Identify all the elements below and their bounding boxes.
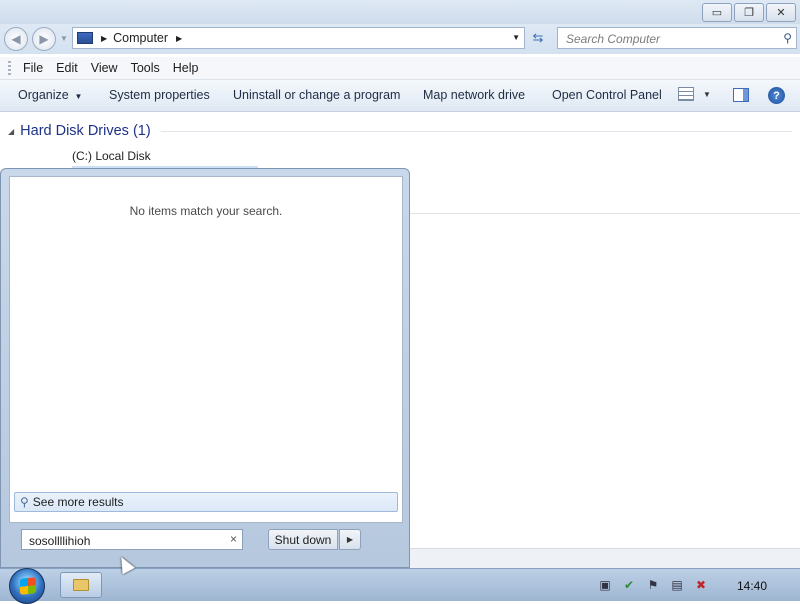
map-network-drive-button[interactable]: Map network drive bbox=[423, 88, 525, 102]
see-more-results-button[interactable]: ⚲ See more results bbox=[14, 492, 398, 512]
collapse-triangle-icon[interactable]: ◢ bbox=[8, 127, 14, 136]
group-divider bbox=[160, 130, 792, 132]
back-button[interactable]: ◀ bbox=[4, 27, 28, 51]
views-dropdown-icon[interactable]: ▼ bbox=[703, 90, 711, 99]
search-input[interactable] bbox=[564, 29, 768, 49]
folder-icon bbox=[73, 579, 89, 591]
clear-search-icon[interactable]: × bbox=[230, 532, 237, 546]
uninstall-program-button[interactable]: Uninstall or change a program bbox=[233, 88, 400, 102]
help-icon[interactable]: ? bbox=[768, 87, 785, 104]
organize-label: Organize bbox=[18, 88, 69, 102]
group-title: Hard Disk Drives (1) bbox=[20, 123, 151, 139]
chevron-down-icon: ▼ bbox=[72, 92, 83, 101]
organize-button[interactable]: Organize ▼ bbox=[18, 88, 82, 102]
group-header-hard-disk-drives[interactable]: ◢ Hard Disk Drives (1) bbox=[8, 122, 792, 140]
title-bar: ▭ ❐ ✕ bbox=[0, 0, 800, 24]
taskbar: ▣ ✔ ⚑ ▤ ✖ 14:40 bbox=[0, 568, 800, 604]
search-box[interactable]: ⚲ bbox=[557, 27, 797, 49]
chevron-right-icon: ▶ bbox=[346, 535, 354, 544]
breadcrumb-chevron-icon[interactable]: ▶ bbox=[176, 34, 182, 43]
forward-button[interactable]: ▶ bbox=[32, 27, 56, 51]
menu-tools[interactable]: Tools bbox=[125, 61, 166, 75]
see-more-results-label: See more results bbox=[32, 495, 124, 509]
details-pane bbox=[410, 548, 800, 569]
open-control-panel-button[interactable]: Open Control Panel bbox=[552, 88, 662, 102]
preview-pane-icon[interactable] bbox=[733, 88, 749, 102]
breadcrumb-computer[interactable]: Computer bbox=[113, 31, 168, 45]
menu-view[interactable]: View bbox=[85, 61, 124, 75]
forward-arrow-icon: ▶ bbox=[39, 32, 49, 46]
refresh-icon: ⇆ bbox=[532, 30, 544, 45]
menu-bar: File Edit View Tools Help bbox=[0, 57, 800, 80]
shut-down-button[interactable]: Shut down bbox=[268, 529, 338, 550]
close-button[interactable]: ✕ bbox=[766, 3, 796, 22]
minimize-button[interactable]: ▭ bbox=[702, 3, 732, 22]
address-row: ◀ ▶ ▼ ▶ Computer ▶ ▼ ⇆ ⚲ bbox=[0, 24, 800, 54]
network-icon[interactable]: ▤ bbox=[670, 578, 684, 592]
system-clock[interactable]: 14:40 bbox=[737, 579, 767, 593]
menu-file[interactable]: File bbox=[17, 61, 49, 75]
start-button[interactable] bbox=[9, 568, 45, 604]
search-results-panel: No items match your search. ⚲ See more r… bbox=[9, 176, 403, 523]
content-divider bbox=[410, 213, 800, 214]
views-icon[interactable] bbox=[678, 87, 694, 101]
taskbar-explorer-button[interactable] bbox=[60, 572, 102, 598]
breadcrumb-chevron-icon[interactable]: ▶ bbox=[101, 34, 107, 43]
restore-button[interactable]: ❐ bbox=[734, 3, 764, 22]
back-arrow-icon: ◀ bbox=[11, 32, 21, 46]
refresh-button[interactable]: ⇆ bbox=[527, 28, 549, 48]
start-search-input[interactable] bbox=[27, 531, 221, 550]
start-menu: No items match your search. ⚲ See more r… bbox=[0, 168, 410, 568]
command-bar: Organize ▼ System properties Uninstall o… bbox=[0, 80, 800, 112]
search-icon[interactable]: ⚲ bbox=[783, 31, 792, 45]
computer-icon bbox=[77, 32, 93, 44]
drive-c-label[interactable]: (C:) Local Disk bbox=[72, 149, 151, 163]
address-dropdown-icon[interactable]: ▼ bbox=[512, 33, 520, 42]
action-center-icon[interactable]: ▣ bbox=[598, 578, 612, 592]
volume-muted-icon[interactable]: ✖ bbox=[694, 578, 708, 592]
recent-pages-dropdown[interactable]: ▼ bbox=[60, 34, 68, 43]
flag-icon[interactable]: ⚑ bbox=[646, 578, 660, 592]
address-bar[interactable]: ▶ Computer ▶ ▼ bbox=[72, 27, 525, 49]
start-search-box[interactable]: × bbox=[21, 529, 243, 550]
menu-help[interactable]: Help bbox=[167, 61, 205, 75]
toolbar-grip bbox=[8, 61, 11, 75]
shut-down-options-button[interactable]: ▶ bbox=[339, 529, 361, 550]
no-results-message: No items match your search. bbox=[129, 204, 283, 218]
security-icon[interactable]: ✔ bbox=[622, 578, 636, 592]
system-properties-button[interactable]: System properties bbox=[109, 88, 210, 102]
menu-edit[interactable]: Edit bbox=[50, 61, 84, 75]
windows-start-icon bbox=[20, 577, 36, 595]
search-icon: ⚲ bbox=[20, 495, 29, 509]
